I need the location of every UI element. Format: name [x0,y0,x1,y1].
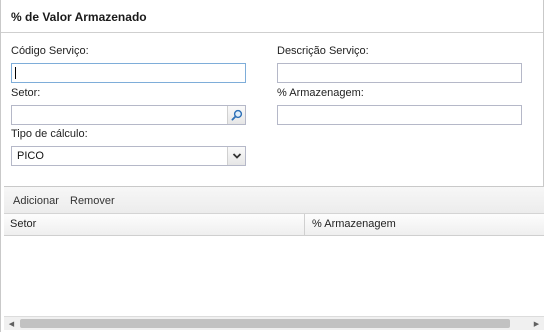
grid-toolbar: Adicionar Remover [4,187,544,214]
panel-title: % de Valor Armazenado [11,10,147,24]
setor-label: Setor: [11,87,41,99]
armazenagem-grid: Adicionar Remover Setor % Armazenagem [4,186,544,333]
add-button[interactable]: Adicionar [13,195,59,207]
title-divider [1,32,543,33]
scroll-right-arrow-icon[interactable]: ▶ [530,317,543,330]
setor-search-button[interactable] [227,106,245,124]
text-caret [15,67,16,79]
horizontal-scrollbar[interactable]: ◀ ▶ [4,316,544,330]
setor-input[interactable] [11,105,246,125]
chevron-down-icon [232,153,241,159]
tipo-calculo-dropdown-button[interactable] [227,147,245,165]
remove-button[interactable]: Remover [70,195,115,207]
tipo-calculo-select[interactable]: PICO [11,146,246,166]
codigo-servico-input[interactable] [11,63,246,83]
armazenagem-label: % Armazenagem: [277,87,364,99]
search-icon [230,109,242,121]
descricao-servico-label: Descrição Serviço: [277,45,369,57]
armazenagem-input[interactable] [277,105,522,125]
scrollbar-thumb[interactable] [20,319,510,328]
tipo-calculo-label: Tipo de cálculo: [11,128,88,140]
scroll-left-arrow-icon[interactable]: ◀ [5,317,18,330]
tipo-calculo-value: PICO [17,150,44,162]
column-header-setor[interactable]: Setor [4,214,305,235]
column-header-armazenagem[interactable]: % Armazenagem [306,214,544,235]
grid-header: Setor % Armazenagem [4,214,544,236]
descricao-servico-input[interactable] [277,63,522,83]
grid-body [4,236,544,316]
codigo-servico-label: Código Serviço: [11,45,89,57]
